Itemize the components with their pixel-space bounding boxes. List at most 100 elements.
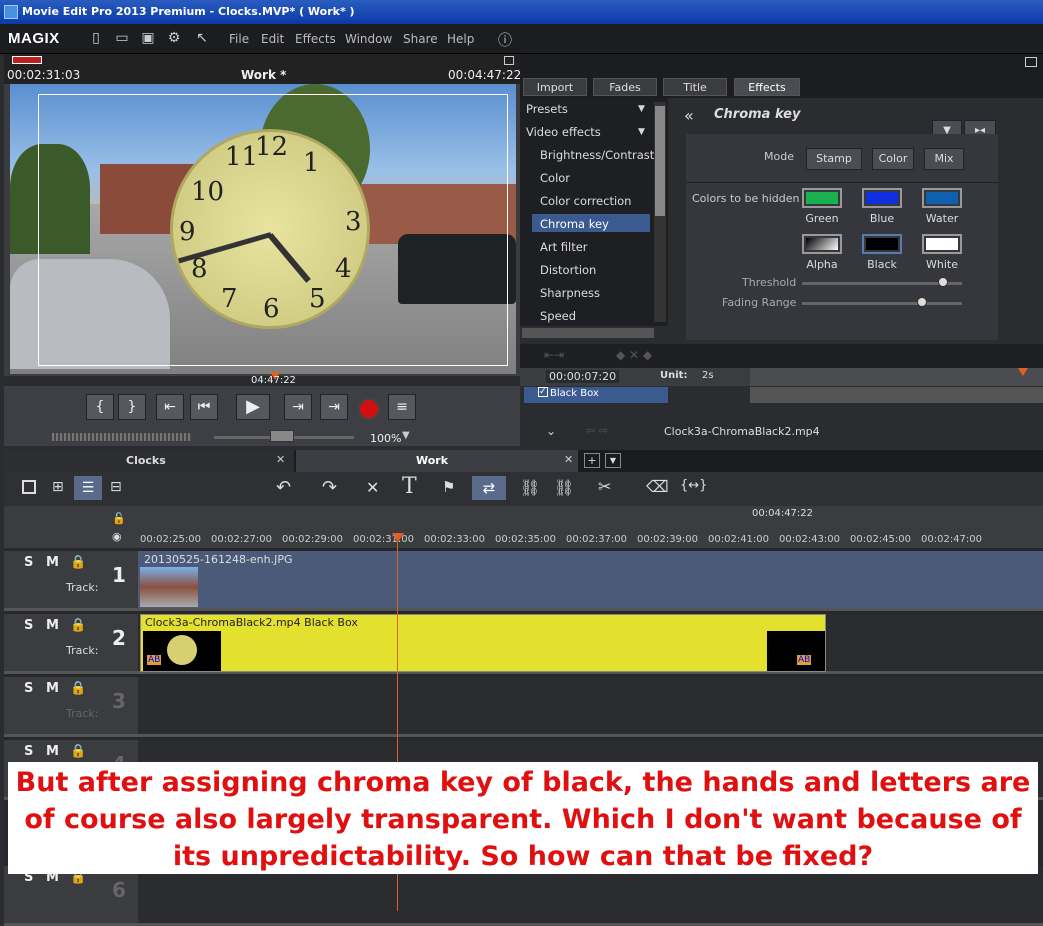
tab-clocks[interactable]: Clocks ✕ [4, 450, 294, 472]
panel-maximize-icon[interactable] [1025, 57, 1037, 67]
fx-speed[interactable]: Speed [540, 309, 576, 323]
multicam-mode-icon[interactable]: ⊟ [110, 479, 122, 495]
solo-button[interactable]: S [24, 681, 33, 696]
solo-button[interactable]: S [24, 555, 33, 570]
fading-range-slider[interactable] [802, 302, 962, 305]
mouse-mode-icon[interactable]: ⇄ [472, 476, 506, 500]
lock-icon[interactable]: 🔓 [112, 512, 126, 525]
mini-playhead-icon[interactable] [1018, 368, 1028, 376]
insert-mode-icon[interactable]: {↔} [680, 478, 707, 493]
cut-tool-icon[interactable]: ✂ [598, 477, 611, 496]
checkbox-icon[interactable]: ✓ [538, 387, 548, 397]
preview-scrubber[interactable]: 04:47:22 [4, 372, 520, 386]
timeline-mode-icon[interactable]: ☰ [74, 476, 102, 500]
eraser-icon[interactable]: ⌫ [646, 477, 669, 496]
mode-stamp-button[interactable]: Stamp [806, 148, 862, 170]
next-marker-button[interactable]: ⇥ [320, 394, 348, 420]
track-1-header[interactable]: S M 🔒 Track: 1 [4, 551, 138, 611]
swatch-black[interactable] [862, 234, 902, 254]
swatch-green[interactable] [802, 188, 842, 208]
menu-effects[interactable]: Effects [295, 32, 336, 46]
close-tab-icon[interactable]: ✕ [564, 453, 573, 466]
text-tool-icon[interactable]: T [402, 474, 417, 499]
jog-wheel[interactable] [52, 433, 192, 441]
lock-track-icon[interactable]: 🔒 [70, 744, 86, 759]
mute-button[interactable]: M [46, 618, 59, 633]
play-range-button[interactable]: ⇥ [284, 394, 312, 420]
add-tab-icon[interactable]: + [584, 453, 600, 468]
mute-button[interactable]: M [46, 555, 59, 570]
mode-color-button[interactable]: Color [872, 148, 914, 170]
nav-arrows-icon[interactable]: ⇦ ⇨ [586, 424, 608, 437]
menu-share[interactable]: Share [403, 32, 438, 46]
menu-edit[interactable]: Edit [261, 32, 284, 46]
fade-ab-icon[interactable]: AB [147, 655, 162, 665]
track-1-lane[interactable]: 20130525-161248-enh.JPG [138, 551, 1043, 611]
fx-art-filter[interactable]: Art filter [540, 240, 588, 254]
tab-fades[interactable]: Fades [593, 78, 657, 96]
menu-file[interactable]: File [229, 32, 249, 46]
fx-arrows-icon[interactable]: ⇤⇥ [544, 348, 564, 362]
lock-track-icon[interactable]: 🔒 [70, 681, 86, 696]
threshold-knob[interactable] [937, 277, 948, 287]
track-3-header[interactable]: S M 🔒 Track: 3 [4, 677, 138, 737]
fx-chroma-key[interactable]: Chroma key [540, 217, 609, 231]
maximize-icon[interactable] [504, 56, 514, 65]
mode-mix-button[interactable]: Mix [924, 148, 964, 170]
track-6-header[interactable]: S M 🔒 6 [4, 866, 138, 926]
timeline-ruler[interactable]: 00:04:47:22 00:02:25:00 00:02:27:00 00:02:… [138, 506, 1043, 548]
fading-range-knob[interactable] [917, 297, 927, 307]
solo-button[interactable]: S [24, 744, 33, 759]
mute-button[interactable]: M [46, 681, 59, 696]
info-icon[interactable]: ⓘ [497, 30, 513, 49]
effects-list-hscrollbar[interactable] [522, 328, 654, 338]
collapse-chevron-icon[interactable]: ⌄ [546, 424, 556, 438]
marker-icon[interactable]: ⚑ [442, 478, 455, 496]
tab-work[interactable]: Work ✕ [296, 450, 578, 472]
zoom-dropdown-icon[interactable]: ▼ [402, 430, 410, 441]
fx-color[interactable]: Color [540, 171, 570, 185]
scene-mode-icon[interactable]: ⊞ [52, 479, 64, 495]
mute-button[interactable]: M [46, 744, 59, 759]
storyboard-mode-icon[interactable] [22, 480, 36, 494]
clip-1-thumbnail[interactable] [140, 567, 198, 607]
menu-list-button[interactable]: ≡ [388, 394, 416, 420]
scrollbar-thumb[interactable] [655, 106, 665, 216]
fx-distortion[interactable]: Distortion [540, 263, 596, 277]
fx-brightness-contrast[interactable]: Brightness/Contrast [540, 148, 654, 162]
fx-color-correction[interactable]: Color correction [540, 194, 631, 208]
group-link-icon[interactable]: ⛓ [520, 478, 540, 497]
previous-marker-button[interactable]: ⇤ [156, 394, 184, 420]
swatch-blue[interactable] [862, 188, 902, 208]
keyframe-icon[interactable]: ◆ ✕ ◆ [616, 348, 652, 362]
mini-ruler[interactable] [750, 368, 1043, 386]
tab-effects[interactable]: Effects [734, 78, 800, 96]
delete-icon[interactable]: ✕ [366, 478, 379, 497]
video-effects-dropdown-icon[interactable]: ▼ [638, 127, 645, 137]
set-in-point-button[interactable]: { [86, 394, 114, 420]
menu-help[interactable]: Help [447, 32, 474, 46]
back-icon[interactable]: « [684, 106, 694, 125]
tab-import[interactable]: Import [523, 78, 587, 96]
close-tab-icon[interactable]: ✕ [276, 453, 285, 466]
track-2-lane[interactable]: Clock3a-ChromaBlack2.mp4 Black Box AB AB [138, 614, 1043, 674]
clip-2[interactable]: Clock3a-ChromaBlack2.mp4 Black Box AB AB [140, 614, 826, 672]
ungroup-icon[interactable]: ⛓ [554, 478, 574, 497]
record-button[interactable] [358, 398, 380, 420]
solo-button[interactable]: S [24, 618, 33, 633]
settings-gear-icon[interactable]: ⚙ [166, 30, 182, 48]
swatch-water[interactable] [922, 188, 962, 208]
mini-track-black-box[interactable]: ✓ Black Box [524, 387, 668, 403]
help-cursor-icon[interactable]: ↖ [194, 30, 210, 48]
view-options-icon[interactable]: ◉ [112, 530, 122, 543]
open-folder-icon[interactable]: ▭ [114, 30, 130, 48]
lock-track-icon[interactable]: 🔒 [70, 555, 86, 570]
play-button[interactable]: ▶ [236, 394, 270, 420]
menu-window[interactable]: Window [345, 32, 392, 46]
go-to-start-button[interactable]: ⏮ [190, 394, 218, 420]
undo-icon[interactable]: ↶ [276, 477, 291, 498]
presets-category[interactable]: Presets [526, 102, 568, 116]
effects-list-scrollbar[interactable] [654, 102, 666, 322]
mini-track-lane[interactable] [750, 387, 1043, 403]
swatch-alpha[interactable] [802, 234, 842, 254]
